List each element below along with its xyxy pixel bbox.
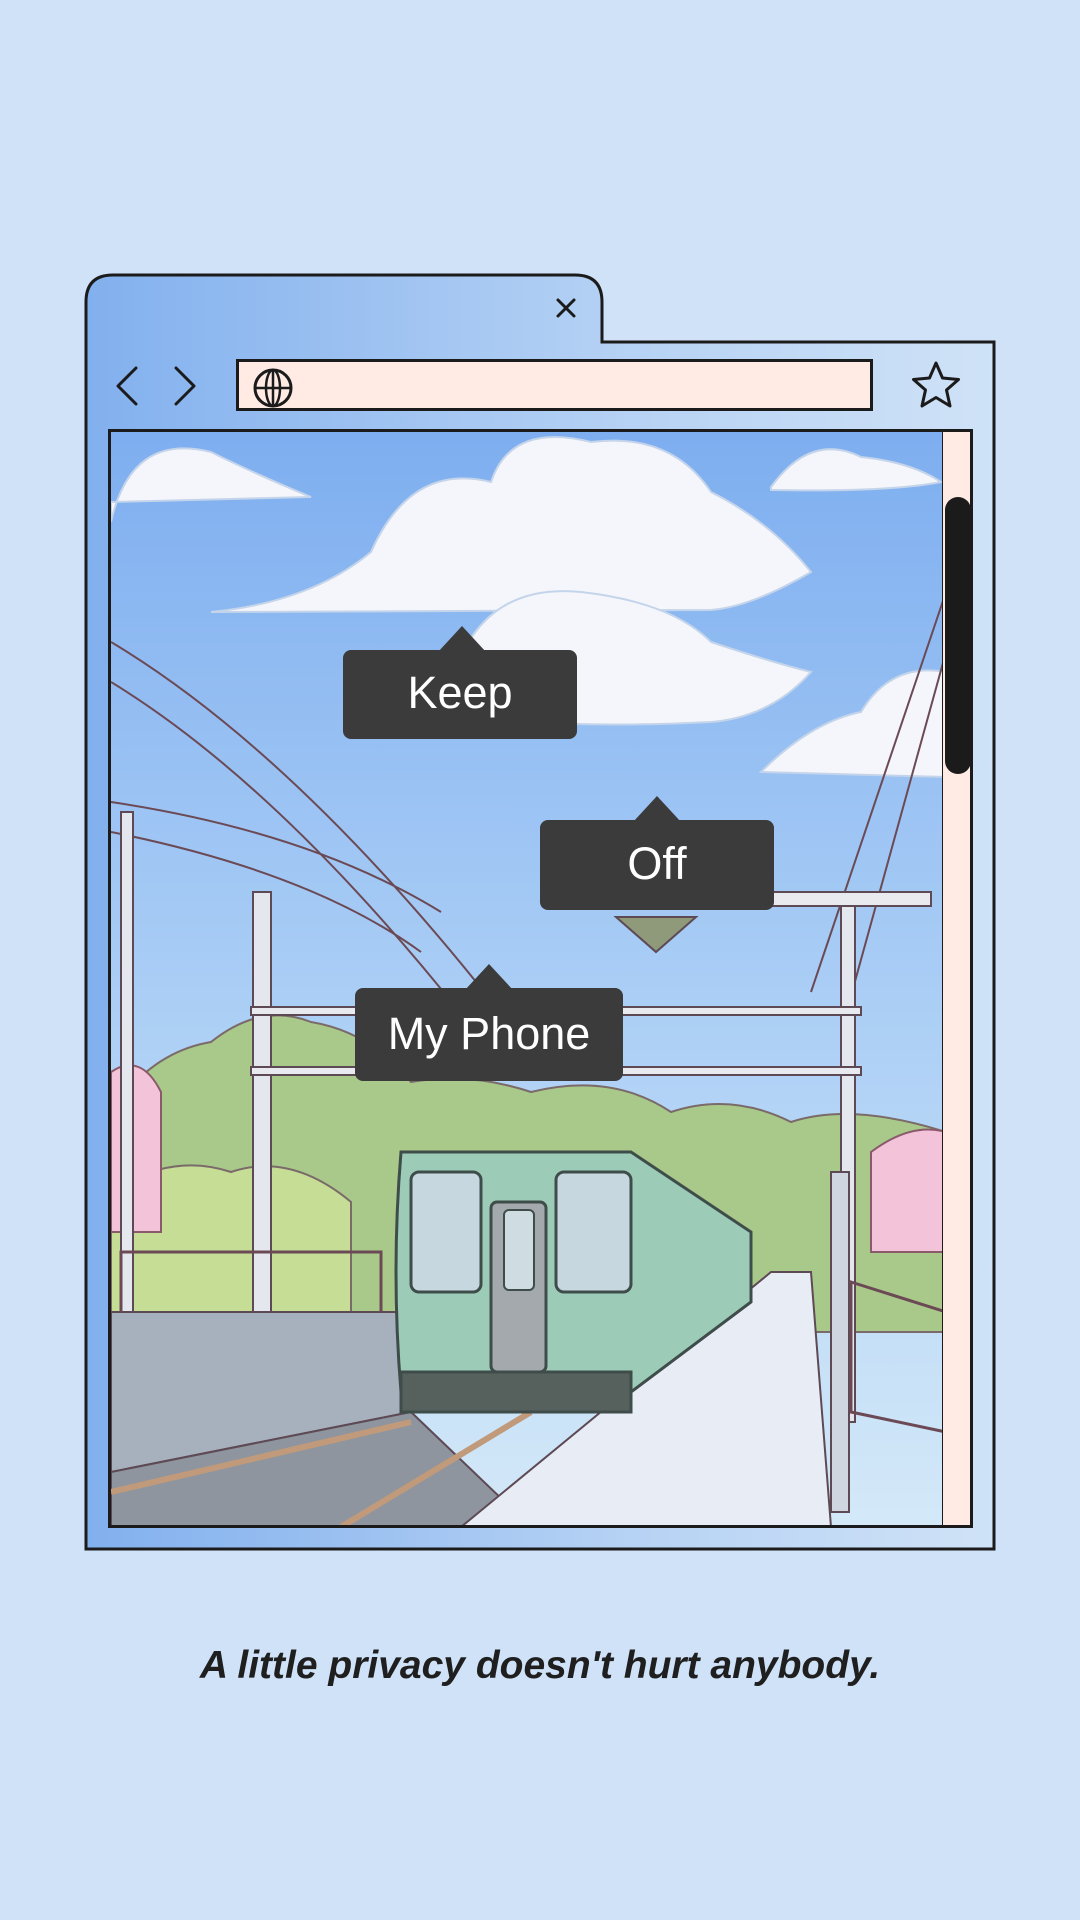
tab-close-button[interactable] (546, 290, 586, 330)
tooltip-keep[interactable]: Keep (343, 626, 577, 739)
tooltip-off[interactable]: Off (540, 796, 774, 910)
back-button[interactable] (108, 362, 148, 410)
chevron-left-icon (116, 366, 138, 406)
tagline: A little privacy doesn't hurt anybody. (199, 1644, 881, 1687)
tooltip-my-phone[interactable]: My Phone (355, 964, 623, 1081)
address-bar[interactable] (236, 359, 873, 411)
close-icon (556, 298, 576, 318)
chevron-right-icon (174, 366, 196, 406)
scrollbar-thumb[interactable] (945, 497, 971, 774)
star-icon (912, 361, 960, 408)
train-station-illustration (111, 432, 942, 1525)
browser-window: Keep Off My Phone (0, 0, 1080, 1920)
bookmark-button[interactable] (908, 358, 964, 414)
forward-button[interactable] (166, 362, 206, 410)
globe-icon (253, 368, 293, 408)
page-viewport (108, 429, 945, 1528)
